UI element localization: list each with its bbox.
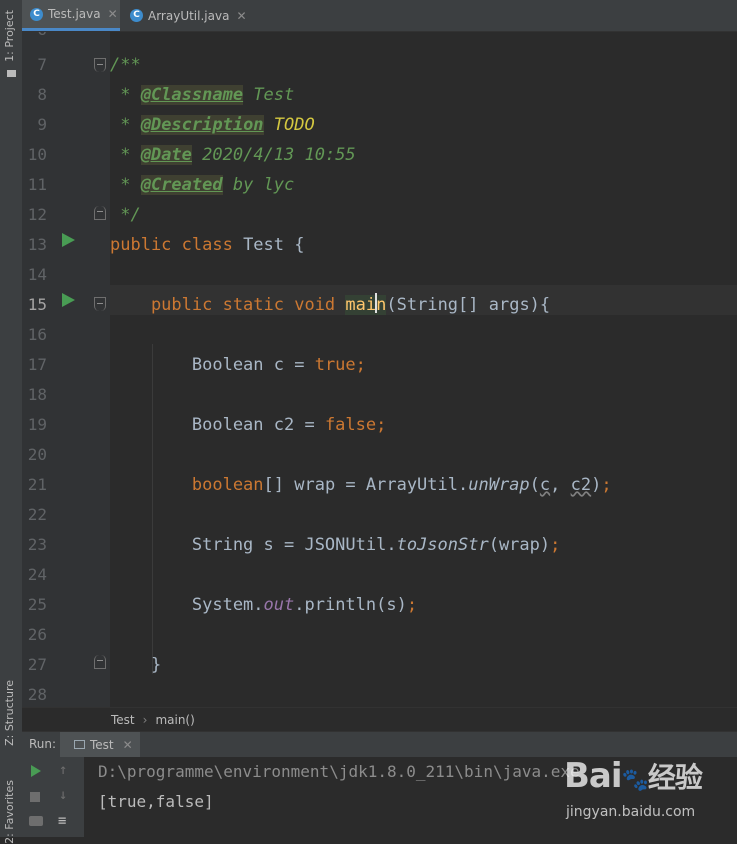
code-line-11: * @Created by lyc [110, 175, 295, 195]
soft-wrap-icon[interactable]: ≡ [58, 813, 66, 829]
line-number: 18 [27, 385, 47, 404]
line-number: 19 [27, 415, 47, 434]
close-icon[interactable]: ✕ [236, 9, 246, 23]
line-number: 7 [37, 55, 47, 74]
line-number: 12 [27, 205, 47, 224]
indent-guide [152, 344, 153, 674]
line-number: 22 [27, 505, 47, 524]
run-main-icon[interactable] [62, 293, 75, 307]
line-number: 14 [27, 265, 47, 284]
breadcrumb-method[interactable]: main() [155, 713, 194, 727]
line-number: 26 [27, 625, 47, 644]
tab-label: ArrayUtil.java [148, 8, 230, 23]
code-line-7: /** [110, 55, 141, 75]
line-number: 6 [22, 32, 47, 45]
project-tool-button[interactable]: 1: Project [3, 10, 16, 62]
java-class-icon: C [130, 9, 143, 22]
line-number: 20 [27, 445, 47, 464]
arrow-up-icon[interactable]: ↑ [59, 762, 67, 778]
run-tab-test[interactable]: Test ✕ [60, 732, 140, 757]
run-label: Run: [29, 737, 57, 751]
line-number: 28 [27, 685, 47, 704]
stop-icon[interactable] [30, 792, 40, 802]
line-number: 13 [27, 235, 47, 254]
console-command-line: D:\programme\environment\jdk1.8.0_211\bi… [98, 762, 580, 781]
close-icon[interactable]: ✕ [108, 7, 118, 21]
tab-label: Test.java [48, 7, 101, 21]
rerun-icon[interactable] [31, 765, 41, 777]
run-tab-label: Test [90, 737, 114, 752]
fold-collapse-icon[interactable] [94, 297, 106, 311]
tab-arrayutil-java[interactable]: C ArrayUtil.java ✕ [122, 0, 252, 31]
console-output-line: [true,false] [98, 792, 214, 811]
code-editor[interactable]: 6 7 8 9 10 11 12 13 14 15 16 17 18 19 20… [22, 32, 737, 707]
console-icon [74, 740, 85, 749]
chevron-right-icon: › [142, 713, 148, 727]
line-number: 23 [27, 535, 47, 554]
code-line-12: */ [110, 205, 141, 225]
structure-tool-button[interactable]: Z: Structure [3, 680, 16, 746]
code-line-9: * @Description TODO [110, 115, 315, 135]
code-line-17: Boolean c = true; [110, 355, 366, 375]
fold-expand-icon[interactable] [94, 655, 106, 669]
method-name-main[interactable]: main [345, 293, 387, 315]
editor-tab-bar: C Test.java ✕ C ArrayUtil.java ✕ [22, 0, 737, 32]
line-number: 17 [27, 355, 47, 374]
fold-collapse-icon[interactable] [94, 58, 106, 72]
camera-icon[interactable] [29, 816, 43, 826]
breadcrumb: Test › main() [22, 707, 737, 732]
breadcrumb-class[interactable]: Test [111, 713, 135, 727]
watermark-url: jingyan.baidu.com [566, 804, 696, 820]
run-toolbar: ↑ ↓ ≡ [22, 757, 85, 837]
arrow-down-icon[interactable]: ↓ [59, 787, 67, 803]
close-icon[interactable]: ✕ [123, 738, 133, 752]
code-line-27: } [110, 655, 162, 675]
run-class-icon[interactable] [62, 233, 75, 247]
favorites-tool-button[interactable]: 2: Favorites [3, 780, 16, 844]
code-line-21: boolean[] wrap = ArrayUtil.unWrap(c, c2)… [110, 475, 612, 495]
folder-icon[interactable] [7, 70, 16, 77]
line-number: 10 [27, 145, 47, 164]
line-number: 16 [27, 325, 47, 344]
line-number: 24 [27, 565, 47, 584]
fold-expand-icon[interactable] [94, 206, 106, 220]
tool-window-strip: 1: Project Z: Structure 2: Favorites [0, 0, 23, 844]
baidu-jingyan-watermark: Bai🐾经验 jingyan.baidu.com [560, 752, 730, 832]
line-number: 27 [27, 655, 47, 674]
editor-gutter: 6 7 8 9 10 11 12 13 14 15 16 17 18 19 20… [22, 32, 110, 707]
line-number: 25 [27, 595, 47, 614]
code-line-25: System.out.println(s); [110, 595, 418, 615]
line-number: 9 [37, 115, 47, 134]
code-line-15: public static void main(String[] args){ [110, 293, 551, 315]
line-number: 11 [27, 175, 47, 194]
line-number: 8 [37, 85, 47, 104]
code-line-19: Boolean c2 = false; [110, 415, 387, 435]
code-line-8: * @Classname Test [110, 85, 295, 105]
code-line-10: * @Date 2020/4/13 10:55 [110, 145, 356, 165]
code-line-13: public class Test { [110, 235, 305, 255]
java-class-icon: C [30, 7, 43, 21]
line-number: 21 [27, 475, 47, 494]
line-number-current: 15 [27, 295, 47, 314]
code-line-23: String s = JSONUtil.toJsonStr(wrap); [110, 535, 561, 555]
watermark-logo: Bai🐾经验 [564, 756, 703, 796]
tab-test-java[interactable]: C Test.java ✕ [22, 0, 120, 31]
